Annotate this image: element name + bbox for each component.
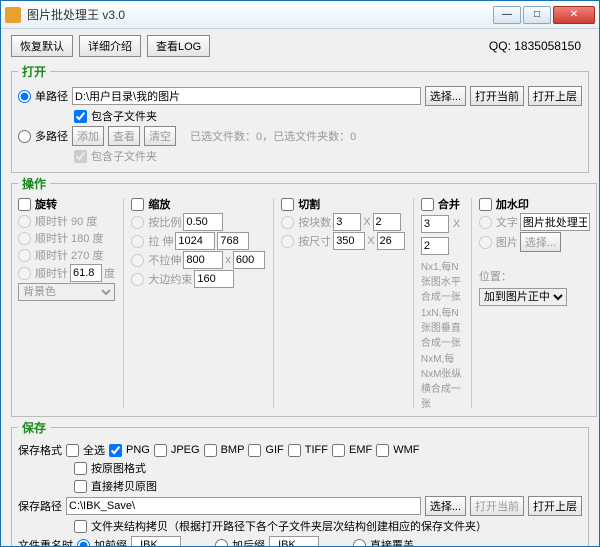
fmt-all-checkbox[interactable]: 全选: [66, 442, 105, 458]
choose-path-button[interactable]: 选择...: [425, 86, 466, 106]
open-current-button[interactable]: 打开当前: [470, 86, 524, 106]
rotate-270-radio[interactable]: 顺时针 270 度: [18, 247, 115, 263]
wm-image-radio[interactable]: 图片 选择...: [479, 232, 590, 252]
suffix-input[interactable]: [269, 536, 319, 546]
minimize-button[interactable]: —: [493, 6, 521, 24]
add-button[interactable]: 添加: [72, 126, 104, 146]
save-path-input[interactable]: [66, 497, 421, 515]
clear-button[interactable]: 清空: [144, 126, 176, 146]
ops-legend: 操作: [18, 175, 50, 192]
restore-defaults-button[interactable]: 恢复默认: [11, 35, 73, 57]
merge-x-input[interactable]: [421, 215, 449, 233]
cut-sh-input[interactable]: [377, 232, 405, 250]
save-legend: 保存: [18, 419, 50, 436]
open-up-button[interactable]: 打开上层: [528, 86, 582, 106]
cut-column: 切割 按块数 X 按尺寸 X: [281, 196, 404, 250]
wm-text-input[interactable]: [520, 213, 590, 231]
include-subfolders-checkbox[interactable]: 包含子文件夹: [74, 108, 157, 124]
scale-checkbox[interactable]: 缩放: [131, 196, 265, 212]
view-log-button[interactable]: 查看LOG: [147, 35, 210, 57]
cut-checkbox[interactable]: 切割: [281, 196, 404, 212]
save-group: 保存 保存格式 全选 PNG JPEG BMP GIF TIFF EMF WMF…: [11, 419, 589, 546]
scale-ratio-input[interactable]: [183, 213, 223, 231]
operations-group: 操作 旋转 顺时针 90 度 顺时针 180 度 顺时针 270 度 顺时针 度…: [11, 175, 597, 417]
scale-ratio-radio[interactable]: 按比例: [131, 213, 265, 231]
view-button[interactable]: 查看: [108, 126, 140, 146]
cut-by-input[interactable]: [373, 213, 401, 231]
cut-sw-input[interactable]: [333, 232, 365, 250]
copy-original-checkbox[interactable]: 直接拷贝原图: [74, 478, 157, 494]
fmt-png-checkbox[interactable]: PNG: [109, 444, 150, 457]
stretch-h-input[interactable]: [217, 232, 249, 250]
save-path-label: 保存路径: [18, 498, 62, 514]
wm-pos-select[interactable]: 加到图片正中: [479, 288, 567, 306]
approx-input[interactable]: [194, 270, 234, 288]
rename-label: 文件重名时: [18, 537, 73, 546]
suffix-radio[interactable]: 加后缀: [215, 537, 265, 546]
merge-checkbox[interactable]: 合并: [421, 196, 463, 212]
window-controls: — □ ✕: [493, 6, 595, 24]
fmt-emf-checkbox[interactable]: EMF: [332, 444, 372, 457]
fmt-gif-checkbox[interactable]: GIF: [248, 444, 283, 457]
save-choose-button[interactable]: 选择...: [425, 496, 466, 516]
watermark-column: 加水印 文字 图片 选择... 位置： 加到图片正中: [479, 196, 590, 308]
maximize-button[interactable]: □: [523, 6, 551, 24]
by-original-format-checkbox[interactable]: 按原图格式: [74, 460, 146, 476]
wm-text-radio[interactable]: 文字: [479, 213, 590, 231]
window-title: 图片批处理王 v3.0: [27, 6, 493, 23]
fmt-wmf-checkbox[interactable]: WMF: [376, 444, 419, 457]
fit-h-input[interactable]: [233, 251, 265, 269]
single-path-radio[interactable]: 单路径: [18, 88, 68, 104]
merge-note1: Nx1,每N张图水平合成一张: [421, 258, 463, 303]
rotate-angle-input[interactable]: [70, 264, 102, 282]
overwrite-radio[interactable]: 直接覆盖: [353, 537, 414, 546]
qq-label: QQ: 1835058150: [489, 39, 581, 53]
rotate-checkbox[interactable]: 旋转: [18, 196, 115, 212]
save-open-cur-button[interactable]: 打开当前: [470, 496, 524, 516]
scale-fit-radio[interactable]: 不拉伸 x: [131, 251, 265, 269]
fit-w-input[interactable]: [183, 251, 223, 269]
selected-files-label: 已选文件数：0，已选文件夹数：0: [190, 128, 356, 144]
open-path-input[interactable]: [72, 87, 421, 105]
folder-structure-checkbox[interactable]: 文件夹结构拷贝（根据打开路径下各个子文件夹层次结构创建相应的保存文件夹）: [74, 518, 487, 534]
wm-pos-label: 位置：: [479, 268, 512, 284]
save-open-up-button[interactable]: 打开上层: [528, 496, 582, 516]
content-area: 恢复默认 详细介绍 查看LOG QQ: 1835058150 打开 单路径 选择…: [1, 29, 599, 546]
toolbar: 恢复默认 详细介绍 查看LOG QQ: 1835058150: [11, 35, 589, 57]
titlebar: 图片批处理王 v3.0 — □ ✕: [1, 1, 599, 29]
open-group: 打开 单路径 选择... 打开当前 打开上层 包含子文件夹 多路径 添加 查看 …: [11, 63, 589, 173]
save-format-label: 保存格式: [18, 442, 62, 458]
scale-stretch-radio[interactable]: 拉 伸: [131, 232, 265, 250]
wm-choose-button[interactable]: 选择...: [520, 232, 561, 252]
merge-note3: NxM,每NxM张纵横合成一张: [421, 350, 463, 410]
scale-column: 缩放 按比例 拉 伸 不拉伸 x 大边约束: [131, 196, 265, 288]
app-icon: [5, 7, 21, 23]
detail-button[interactable]: 详细介绍: [79, 35, 141, 57]
rotate-bg-select[interactable]: 背景色: [18, 283, 115, 301]
rotate-free-radio[interactable]: 顺时针 度: [18, 264, 115, 282]
prefix-input[interactable]: [131, 536, 181, 546]
cut-size-radio[interactable]: 按尺寸 X: [281, 232, 404, 250]
merge-note2: 1xN,每N张图垂直合成一张: [421, 304, 463, 349]
include-subfolders2-checkbox: 包含子文件夹: [74, 148, 157, 164]
close-button[interactable]: ✕: [553, 6, 595, 24]
watermark-checkbox[interactable]: 加水印: [479, 196, 590, 212]
prefix-radio[interactable]: 加前缀: [77, 537, 127, 546]
rotate-90-radio[interactable]: 顺时针 90 度: [18, 213, 115, 229]
stretch-w-input[interactable]: [175, 232, 215, 250]
cut-blocks-radio[interactable]: 按块数 X: [281, 213, 404, 231]
cut-bx-input[interactable]: [333, 213, 361, 231]
rotate-180-radio[interactable]: 顺时针 180 度: [18, 230, 115, 246]
fmt-jpeg-checkbox[interactable]: JPEG: [154, 444, 200, 457]
multi-path-radio[interactable]: 多路径: [18, 128, 68, 144]
app-window: 图片批处理王 v3.0 — □ ✕ 恢复默认 详细介绍 查看LOG QQ: 18…: [0, 0, 600, 547]
fmt-tiff-checkbox[interactable]: TIFF: [288, 444, 328, 457]
open-legend: 打开: [18, 63, 50, 80]
scale-approx-radio[interactable]: 大边约束: [131, 270, 265, 288]
merge-column: 合并 X Nx1,每N张图水平合成一张 1xN,每N张图垂直合成一张 NxM,每…: [421, 196, 463, 410]
merge-y-input[interactable]: [421, 237, 449, 255]
rotate-column: 旋转 顺时针 90 度 顺时针 180 度 顺时针 270 度 顺时针 度 背景…: [18, 196, 115, 301]
fmt-bmp-checkbox[interactable]: BMP: [204, 444, 245, 457]
